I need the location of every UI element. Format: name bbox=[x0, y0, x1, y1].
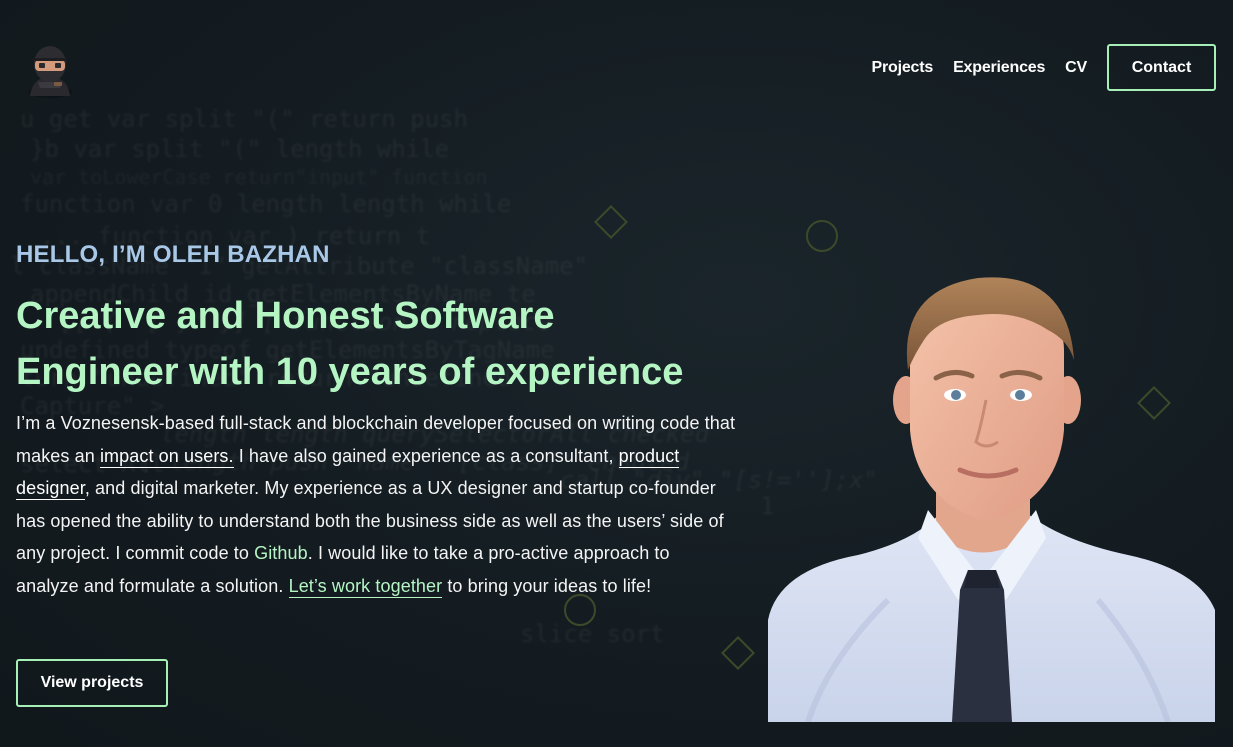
main-nav: Projects Experiences CV Contact bbox=[872, 44, 1216, 91]
nav-projects-link[interactable]: Projects bbox=[872, 59, 934, 77]
deco-circle bbox=[806, 220, 838, 252]
contact-button[interactable]: Contact bbox=[1107, 44, 1216, 91]
portrait-photo bbox=[768, 270, 1215, 723]
work-together-link[interactable]: Let’s work together bbox=[288, 575, 443, 598]
deco-diamond bbox=[721, 636, 755, 670]
page: u get var split "(" return push }b var s… bbox=[0, 0, 1233, 747]
greeting: HELLO, I’M OLEH BAZHAN bbox=[16, 241, 330, 268]
bio-paragraph: I’m a Voznesensk-based full-stack and bl… bbox=[16, 407, 736, 602]
bio-text: I have also gained experience as a consu… bbox=[233, 445, 619, 466]
nav-experiences-link[interactable]: Experiences bbox=[953, 59, 1045, 77]
ninja-logo-icon[interactable] bbox=[24, 42, 76, 98]
headline-line-1: Creative and Honest Software bbox=[16, 295, 555, 337]
view-projects-button[interactable]: View projects bbox=[16, 659, 168, 707]
hero-headline: Creative and Honest Software Engineer wit… bbox=[16, 288, 756, 400]
bio-text: to bring your ideas to life! bbox=[442, 575, 652, 596]
github-link[interactable]: Github bbox=[254, 543, 308, 563]
headline-line-2: Engineer with 10 years of experience bbox=[16, 351, 684, 393]
nav-cv-link[interactable]: CV bbox=[1065, 59, 1087, 77]
impact-link[interactable]: impact on users. bbox=[99, 445, 234, 468]
deco-diamond bbox=[594, 205, 628, 239]
